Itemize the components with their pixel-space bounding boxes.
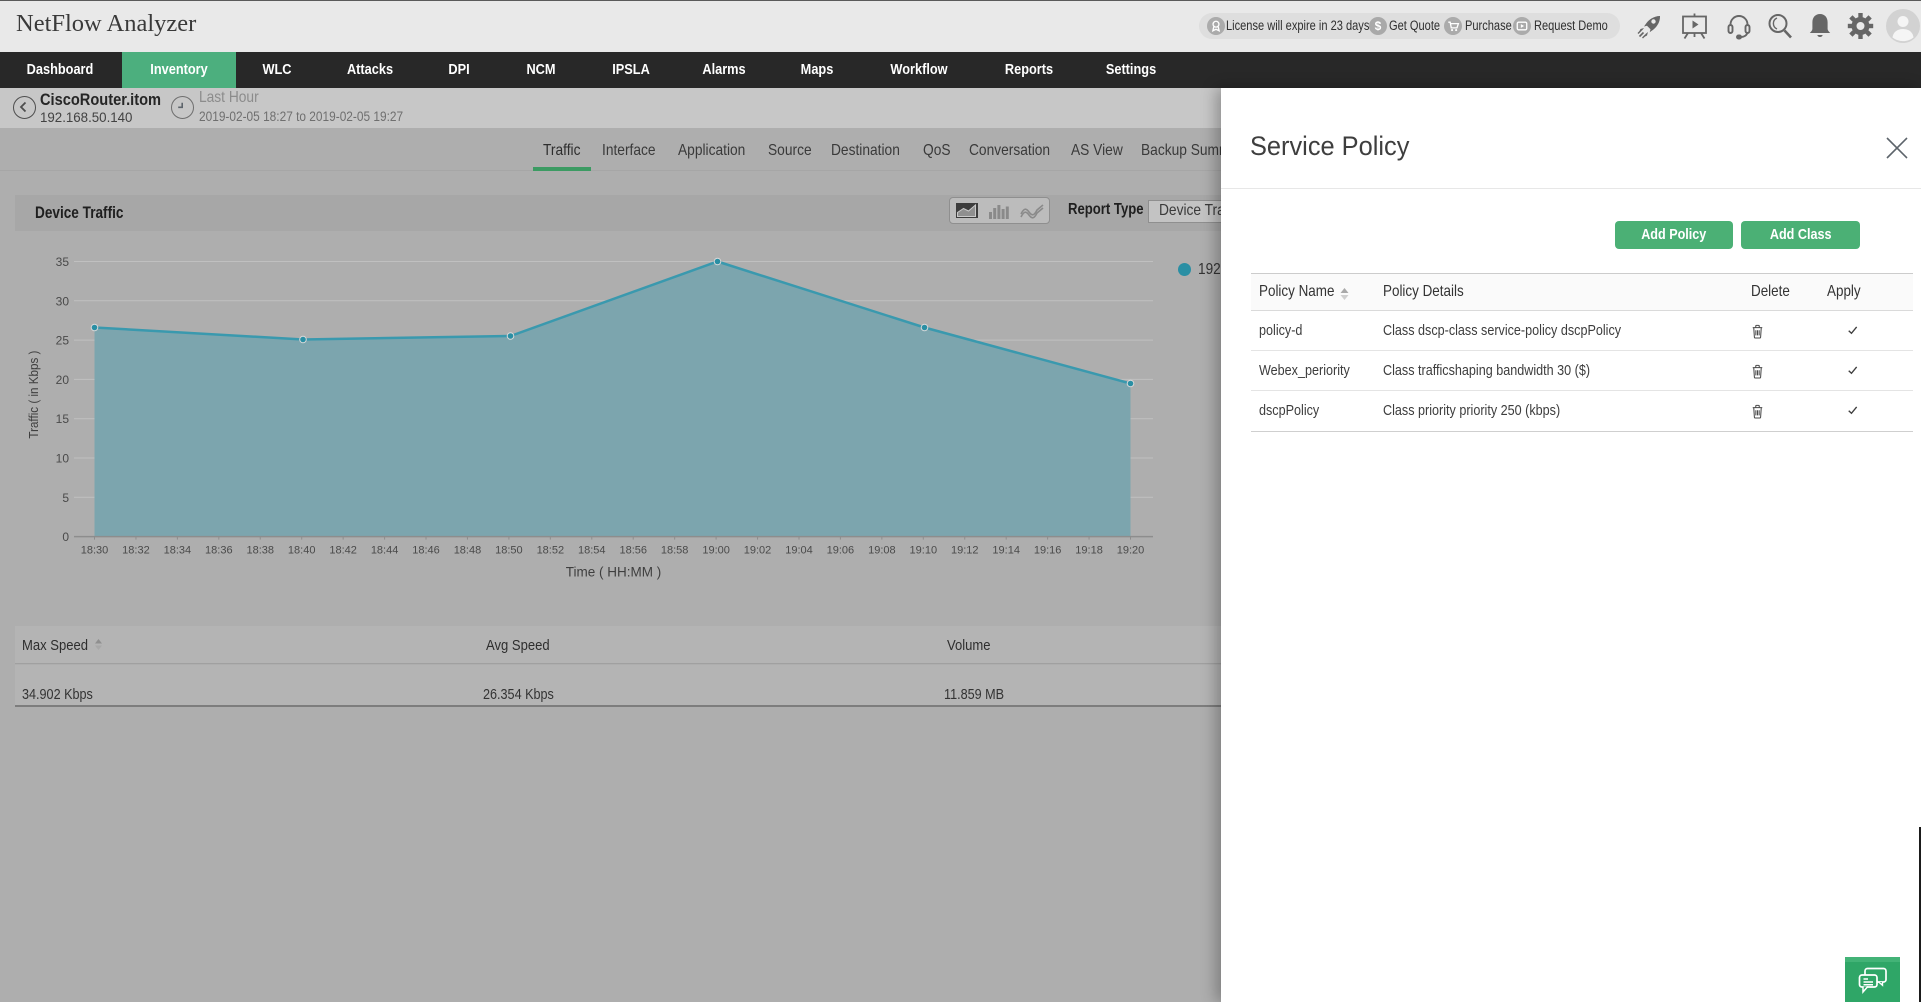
svg-text:19:12: 19:12 <box>951 545 979 557</box>
svg-text:35: 35 <box>56 255 70 269</box>
svg-text:Time ( HH:MM ): Time ( HH:MM ) <box>566 565 661 580</box>
svg-text:18:52: 18:52 <box>537 545 565 557</box>
svg-text:19:06: 19:06 <box>827 545 855 557</box>
svg-text:18:30: 18:30 <box>81 545 109 557</box>
svg-text:19:00: 19:00 <box>702 545 730 557</box>
svg-text:10: 10 <box>56 452 70 466</box>
svg-text:18:54: 18:54 <box>578 545 606 557</box>
svg-text:30: 30 <box>56 294 70 308</box>
svg-text:19:04: 19:04 <box>785 545 813 557</box>
svg-text:18:40: 18:40 <box>288 545 316 557</box>
svg-text:19:18: 19:18 <box>1075 545 1103 557</box>
svg-text:19:10: 19:10 <box>910 545 938 557</box>
svg-text:0: 0 <box>62 530 69 544</box>
svg-text:19:14: 19:14 <box>992 545 1020 557</box>
svg-text:18:44: 18:44 <box>371 545 399 557</box>
svg-text:18:58: 18:58 <box>661 545 689 557</box>
svg-text:20: 20 <box>56 373 70 387</box>
svg-text:19:16: 19:16 <box>1034 545 1062 557</box>
svg-text:18:38: 18:38 <box>246 545 274 557</box>
svg-text:18:36: 18:36 <box>205 545 233 557</box>
svg-text:15: 15 <box>56 412 70 426</box>
svg-text:18:46: 18:46 <box>412 545 440 557</box>
svg-text:19:02: 19:02 <box>744 545 772 557</box>
svg-text:25: 25 <box>56 334 70 348</box>
svg-text:18:34: 18:34 <box>164 545 192 557</box>
svg-text:18:32: 18:32 <box>122 545 150 557</box>
svg-text:19:20: 19:20 <box>1117 545 1145 557</box>
svg-text:18:50: 18:50 <box>495 545 523 557</box>
svg-text:5: 5 <box>62 491 69 505</box>
svg-text:19:08: 19:08 <box>868 545 896 557</box>
svg-text:Traffic ( in Kbps ): Traffic ( in Kbps ) <box>26 351 41 439</box>
svg-text:18:42: 18:42 <box>329 545 357 557</box>
svg-text:18:56: 18:56 <box>619 545 647 557</box>
svg-text:18:48: 18:48 <box>454 545 482 557</box>
